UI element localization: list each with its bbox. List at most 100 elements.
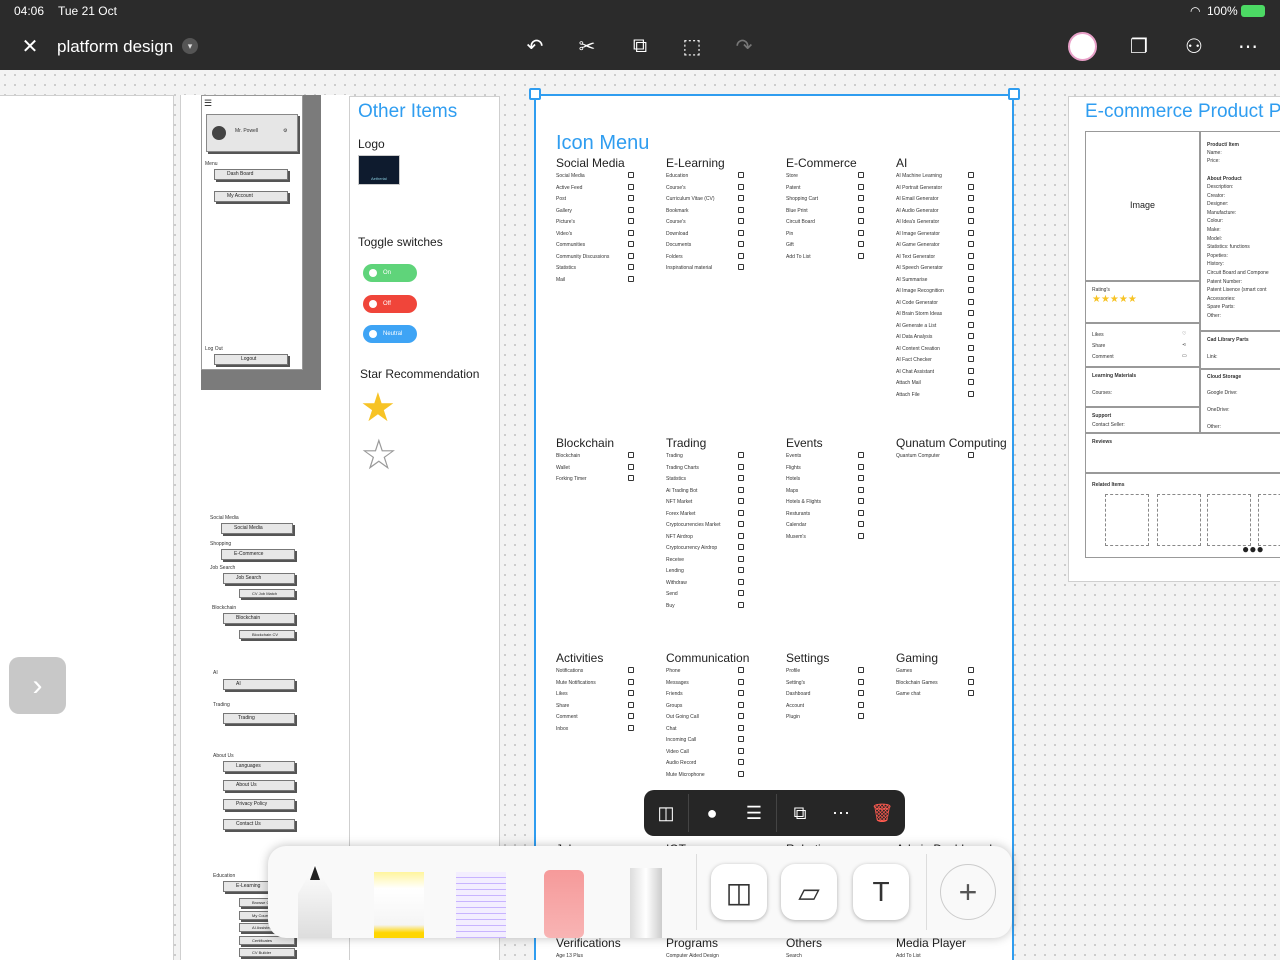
menu-item[interactable]: AI Data Analysis <box>896 334 932 340</box>
menu-item[interactable]: Mute Notifications <box>556 680 596 686</box>
menu-item[interactable]: Cryptocurrencies Market <box>666 522 720 528</box>
menu-item[interactable]: AI Chat Assistant <box>896 369 934 375</box>
toggle-on[interactable]: On <box>363 264 417 282</box>
hamburger-icon[interactable]: ☰ <box>204 98 212 109</box>
pattern-tool[interactable] <box>456 872 506 938</box>
chevron-right-icon[interactable]: › <box>9 657 66 714</box>
menu-item[interactable]: Ai Trading Bot <box>666 488 697 494</box>
menu-item[interactable]: Attach Mail <box>896 380 921 386</box>
social-media-button[interactable]: Social Media <box>221 523 293 534</box>
contact-us-button[interactable]: Contact Us <box>223 819 295 830</box>
menu-item[interactable]: Statistics <box>666 476 686 482</box>
undo-icon[interactable]: ↶ <box>521 32 549 60</box>
toggle-neutral[interactable]: Neutral <box>363 325 417 343</box>
menu-item[interactable]: AI Generate a List <box>896 323 936 329</box>
menu-item[interactable]: Attach File <box>896 392 920 398</box>
menu-item[interactable]: Social Media <box>556 173 585 179</box>
menu-item[interactable]: Blue Print <box>786 208 808 214</box>
duplicate-icon[interactable]: ⧉ <box>626 32 654 60</box>
menu-item[interactable]: Patent <box>786 185 800 191</box>
my-account-button[interactable]: My Account <box>214 191 288 202</box>
menu-item[interactable]: Active Feed <box>556 185 582 191</box>
menu-item[interactable]: NFT Market <box>666 499 692 505</box>
ruler-tool[interactable] <box>630 868 662 938</box>
menu-item[interactable]: Inbox <box>556 726 568 732</box>
add-user-icon[interactable]: ⚇ <box>1180 32 1208 60</box>
menu-item[interactable]: Incoming Call <box>666 737 696 743</box>
logout-button[interactable]: Logout <box>214 354 288 365</box>
menu-item[interactable]: Curriculum Vitae (CV) <box>666 196 715 202</box>
resize-handle[interactable] <box>529 88 541 100</box>
menu-item[interactable]: Games <box>896 668 912 674</box>
menu-item[interactable]: Notifications <box>556 668 583 674</box>
menu-item[interactable]: Mute Microphone <box>666 772 705 778</box>
menu-item[interactable]: Game chat <box>896 691 920 697</box>
menu-item[interactable]: Friends <box>666 691 683 697</box>
line-weight-icon[interactable]: ☰ <box>740 800 768 826</box>
selection-icon[interactable]: ⬚ <box>678 32 706 60</box>
menu-item[interactable]: Add To List <box>896 953 921 959</box>
text-tool-icon[interactable]: T <box>853 864 909 920</box>
menu-item[interactable]: AI Machine Learning <box>896 173 942 179</box>
heart-icon[interactable]: ♡ <box>1182 331 1186 337</box>
menu-item[interactable]: AI Brain Storm Ideas <box>896 311 942 317</box>
menu-item[interactable]: Inspirational material <box>666 265 712 271</box>
menu-item[interactable]: Wallet <box>556 465 570 471</box>
menu-item[interactable]: Groups <box>666 703 682 709</box>
avatar[interactable] <box>1068 32 1097 61</box>
menu-item[interactable]: Send <box>666 591 678 597</box>
redo-icon[interactable]: ↷ <box>730 32 758 60</box>
close-icon[interactable]: ✕ <box>16 32 44 60</box>
pages-icon[interactable]: ❐ <box>1125 32 1153 60</box>
menu-item[interactable]: Cryptocurrency Airdrop <box>666 545 717 551</box>
menu-item[interactable]: Pin <box>786 231 793 237</box>
menu-item[interactable]: Documents <box>666 242 691 248</box>
menu-item[interactable]: Statistics <box>556 265 576 271</box>
menu-item[interactable]: Events <box>786 453 801 459</box>
elearning-sub-button[interactable]: CV Builder <box>239 948 295 957</box>
menu-item[interactable]: Messages <box>666 680 689 686</box>
menu-item[interactable]: Folders <box>666 254 683 260</box>
menu-item[interactable]: Likes <box>556 691 568 697</box>
menu-item[interactable]: Blockchain <box>556 453 580 459</box>
menu-item[interactable]: Picture's <box>556 219 575 225</box>
cv-job-match-button[interactable]: CV Job Match <box>239 589 295 598</box>
menu-item[interactable]: Post <box>556 196 566 202</box>
menu-item[interactable]: NFT Airdrop <box>666 534 693 540</box>
related-item-placeholder[interactable] <box>1105 494 1149 546</box>
menu-item[interactable]: Audio Record <box>666 760 696 766</box>
sticky-note-icon[interactable]: ▱ <box>781 864 837 920</box>
menu-item[interactable]: Gallery <box>556 208 572 214</box>
menu-item[interactable]: Comment <box>556 714 578 720</box>
menu-item[interactable]: Shopping Cart <box>786 196 818 202</box>
menu-item[interactable]: Circuit Board <box>786 219 815 225</box>
menu-item[interactable]: AI Code Generator <box>896 300 938 306</box>
menu-item[interactable]: Search <box>786 953 802 959</box>
menu-item[interactable]: AI Image Recognition <box>896 288 944 294</box>
comment-icon[interactable]: ▭ <box>1182 353 1187 359</box>
menu-item[interactable]: Chat <box>666 726 677 732</box>
menu-item[interactable]: AI Content Creation <box>896 346 940 352</box>
menu-item[interactable]: Maps <box>786 488 798 494</box>
menu-item[interactable]: Lending <box>666 568 684 574</box>
menu-item[interactable]: Community Discussions <box>556 254 609 260</box>
duplicate-icon[interactable]: ⧉ <box>786 800 814 826</box>
trash-icon[interactable]: 🗑 <box>868 800 896 826</box>
menu-item[interactable]: AI Image Generator <box>896 231 940 237</box>
related-item-placeholder[interactable] <box>1207 494 1251 546</box>
ai-button[interactable]: AI <box>223 679 295 690</box>
eraser-tool[interactable] <box>544 870 584 938</box>
menu-item[interactable]: Setting's <box>786 680 805 686</box>
highlighter-tool[interactable] <box>374 872 424 938</box>
trading-button[interactable]: Trading <box>223 713 295 724</box>
menu-item[interactable]: AI Fact Checker <box>896 357 932 363</box>
menu-item[interactable]: Calendar <box>786 522 806 528</box>
more-icon[interactable]: ⋯ <box>1234 32 1262 60</box>
share-icon[interactable]: ⋖ <box>1182 342 1186 348</box>
menu-item[interactable]: Dashboard <box>786 691 810 697</box>
menu-item[interactable]: Video's <box>556 231 572 237</box>
menu-item[interactable]: Share <box>556 703 569 709</box>
job-search-button[interactable]: Job Search <box>223 573 295 584</box>
menu-item[interactable]: AI Summarise <box>896 277 927 283</box>
menu-item[interactable]: Quantum Computer <box>896 453 940 459</box>
